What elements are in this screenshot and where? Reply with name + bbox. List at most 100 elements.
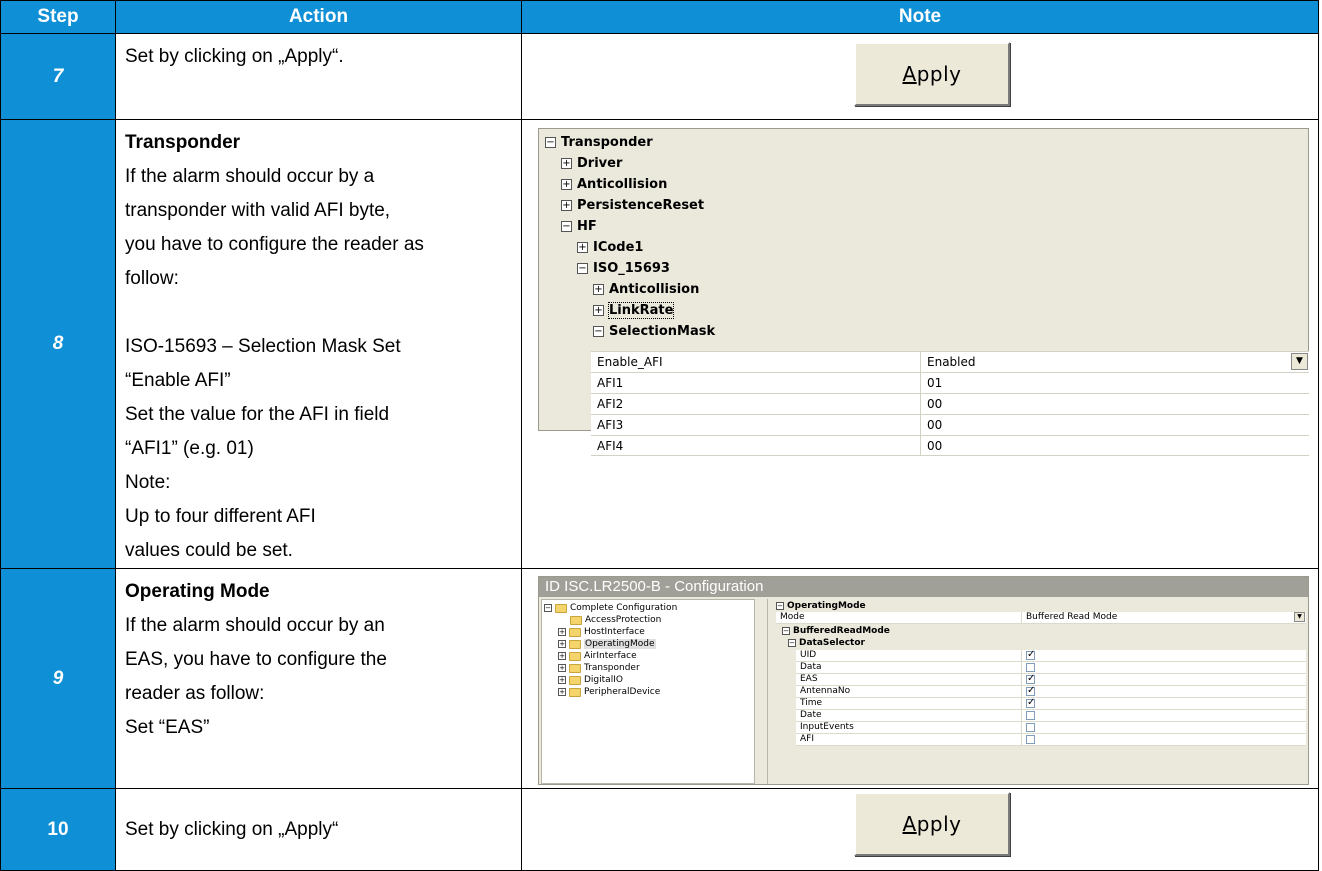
plus-box-icon: + [561, 158, 572, 169]
property-row-checkbox[interactable]: AFI [796, 734, 1306, 746]
property-row[interactable]: AFI4 00 [591, 435, 1309, 456]
folder-icon [569, 651, 581, 661]
apply-button[interactable]: Apply [854, 792, 1010, 856]
tree-node-driver[interactable]: + Driver [561, 153, 622, 174]
plus-box-icon: + [558, 652, 566, 660]
tree-item-peripheraldevice[interactable]: + PeripheralDevice [558, 686, 660, 698]
note-cell: Apply [521, 788, 1319, 871]
table-row-step-9: 9 Operating Mode If the alarm should occ… [0, 568, 1319, 789]
checkbox-icon[interactable] [1026, 735, 1035, 744]
tree-item-airinterface[interactable]: + AirInterface [558, 650, 637, 662]
checkbox-icon[interactable] [1026, 673, 1035, 684]
tree-node-anticollision[interactable]: + Anticollision [561, 174, 667, 195]
plus-box-icon: + [558, 640, 566, 648]
tree-node-selectionmask[interactable]: − SelectionMask [593, 321, 715, 342]
property-key: Mode [776, 612, 1022, 623]
action-line: values could be set. [125, 540, 293, 561]
property-value [1022, 722, 1306, 733]
node-bufferedreadmode[interactable]: − BufferedReadMode [782, 625, 890, 637]
action-line: “Enable AFI” [125, 370, 231, 391]
property-row-checkbox[interactable]: EAS [796, 673, 1306, 686]
tree-item-accessprotection[interactable]: AccessProtection [570, 614, 661, 626]
property-value-field[interactable]: 01 [921, 373, 1309, 393]
property-value-field[interactable]: 00 [921, 394, 1309, 414]
checkbox-icon[interactable] [1026, 663, 1035, 672]
property-row[interactable]: AFI2 00 [591, 393, 1309, 414]
minus-box-icon: − [545, 137, 556, 148]
action-title: Operating Mode [125, 581, 270, 602]
folder-icon [569, 675, 581, 685]
step-number: 8 [0, 119, 116, 569]
header-step: Step [0, 0, 116, 34]
plus-box-icon: + [558, 664, 566, 672]
apply-button[interactable]: Apply [854, 42, 1010, 106]
property-row-checkbox[interactable]: UID [796, 649, 1306, 662]
property-key: Data [796, 662, 1022, 673]
tree-node-persistencereset[interactable]: + PersistenceReset [561, 195, 704, 216]
node-operatingmode[interactable]: − OperatingMode [776, 600, 866, 612]
checkbox-icon[interactable] [1026, 711, 1035, 720]
property-key: AFI2 [591, 394, 921, 414]
dropdown-arrow-icon[interactable]: ▼ [1294, 612, 1305, 622]
property-row-checkbox[interactable]: Date [796, 710, 1306, 722]
tree-node-iso-anticollision[interactable]: + Anticollision [593, 279, 699, 300]
action-line: EAS, you have to configure the [125, 649, 387, 670]
procedure-table: Step Action Note 7 Set by clicking on „A… [0, 0, 1319, 871]
action-line: you have to configure the reader as [125, 234, 424, 255]
property-key: AFI1 [591, 373, 921, 393]
action-line: follow: [125, 268, 179, 289]
property-value [1022, 697, 1306, 709]
property-row[interactable]: AFI1 01 [591, 372, 1309, 393]
tree-item-operatingmode[interactable]: + OperatingMode [558, 638, 656, 650]
checkbox-icon[interactable] [1026, 723, 1035, 732]
property-row-checkbox[interactable]: Data [796, 662, 1306, 674]
minus-box-icon: − [776, 602, 784, 610]
property-value [1022, 710, 1306, 721]
tree-node-hf[interactable]: − HF [561, 216, 597, 237]
checkbox-icon[interactable] [1026, 685, 1035, 696]
tree-node-icode1[interactable]: + ICode1 [577, 237, 643, 258]
step-number: 10 [0, 788, 116, 871]
property-key: AntennaNo [796, 686, 1022, 697]
checkbox-icon[interactable] [1026, 649, 1035, 660]
action-line: Set the value for the AFI in field [125, 404, 390, 425]
property-row-checkbox[interactable]: AntennaNo [796, 685, 1306, 698]
property-value [1022, 649, 1306, 661]
action-text: Set by clicking on „Apply“ [115, 788, 522, 871]
action-title: Transponder [125, 132, 241, 153]
tree-item-complete-configuration[interactable]: − Complete Configuration [544, 602, 677, 614]
tree-node-transponder[interactable]: − Transponder [545, 132, 653, 153]
property-row-checkbox[interactable]: InputEvents [796, 722, 1306, 734]
action-line: reader as follow: [125, 683, 265, 704]
property-row-mode[interactable]: Mode Buffered Read Mode ▼ [776, 612, 1306, 624]
tree-node-iso15693[interactable]: − ISO_15693 [577, 258, 670, 279]
action-line: ISO-15693 – Selection Mask Set [125, 336, 401, 357]
action-text-block: Transponder If the alarm should occur by… [115, 119, 522, 569]
node-dataselector[interactable]: − DataSelector [788, 637, 865, 649]
folder-icon [569, 639, 581, 649]
dropdown-arrow-icon[interactable]: ▼ [1291, 353, 1308, 370]
minus-box-icon: − [561, 221, 572, 232]
property-row[interactable]: AFI3 00 [591, 414, 1309, 435]
tree-item-transponder[interactable]: + Transponder [558, 662, 640, 674]
tree-item-hostinterface[interactable]: + HostInterface [558, 626, 645, 638]
property-row-checkbox[interactable]: Time [796, 697, 1306, 710]
property-value-select[interactable]: Buffered Read Mode ▼ [1022, 612, 1306, 623]
config-tree-panel: − Complete Configuration AccessProtection… [541, 599, 755, 784]
checkbox-icon[interactable] [1026, 697, 1035, 708]
folder-icon [569, 687, 581, 697]
property-value-field[interactable]: 00 [921, 415, 1309, 435]
note-cell: ID ISC.LR2500-B - Configuration − Complet… [521, 568, 1319, 789]
tree-item-digitalio[interactable]: + DigitalIO [558, 674, 623, 686]
property-key: Date [796, 710, 1022, 721]
property-row[interactable]: Enable_AFI Enabled ▼ [591, 351, 1309, 372]
window-title: ID ISC.LR2500-B - Configuration [539, 577, 1308, 597]
plus-box-icon: + [561, 200, 572, 211]
property-value-select[interactable]: Enabled ▼ [921, 352, 1309, 372]
property-key: EAS [796, 674, 1022, 685]
step-number: 7 [0, 33, 116, 120]
property-key: AFI3 [591, 415, 921, 435]
property-value-field[interactable]: 00 [921, 436, 1309, 455]
action-line: “AFI1” (e.g. 01) [125, 438, 254, 459]
tree-node-linkrate[interactable]: + LinkRate [593, 300, 675, 321]
